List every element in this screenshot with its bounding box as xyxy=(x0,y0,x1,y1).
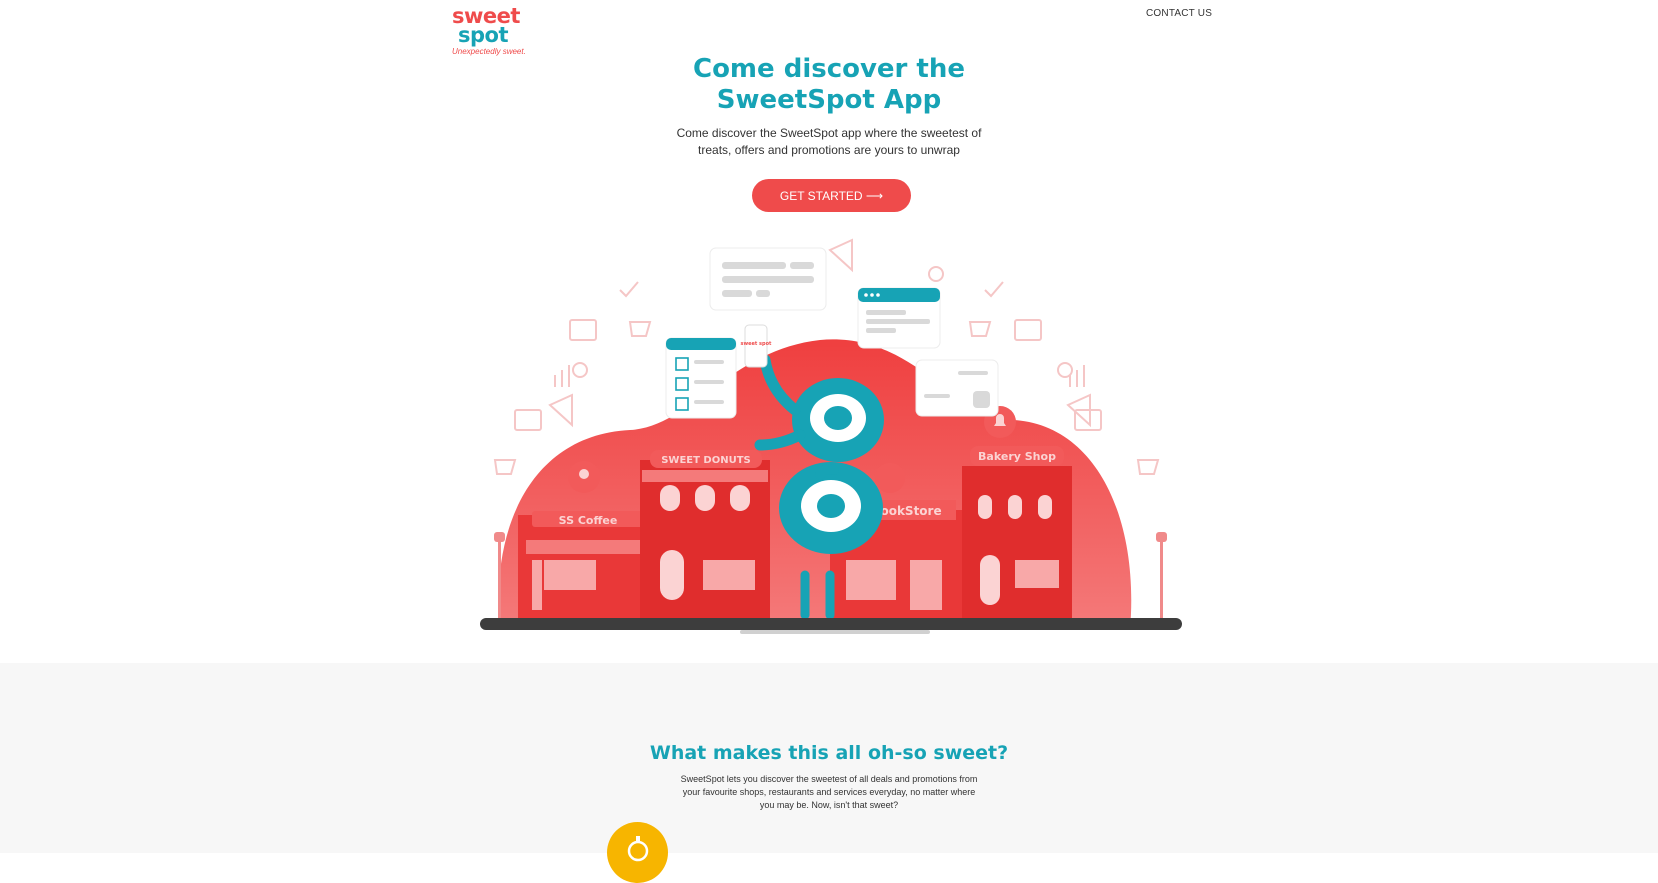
phone-icon: sweet spot xyxy=(741,324,772,368)
card-chat-bubble xyxy=(709,247,827,311)
timer-icon xyxy=(627,836,649,862)
hero-illustration: SS Coffee SWEET DONUTS SS BookStore Bake… xyxy=(480,238,1182,634)
shop-sign-bakery: Bakery Shop xyxy=(978,450,1056,463)
ground-shadow xyxy=(740,630,930,634)
features-title: What makes this all oh-so sweet? xyxy=(649,742,1009,764)
shop-sign-ss-coffee: SS Coffee xyxy=(559,514,618,527)
hero-title-line2: SweetSpot App xyxy=(716,85,942,115)
features-description: SweetSpot lets you discover the sweetest… xyxy=(680,774,978,810)
shop-sweet-donuts: SWEET DONUTS xyxy=(640,450,770,620)
logo[interactable]: sweet spot Unexpectedly sweet. xyxy=(452,6,526,57)
card-credit-card xyxy=(915,359,999,417)
ground-line xyxy=(480,618,1182,630)
get-started-button[interactable]: GET STARTED ⟶ xyxy=(752,179,911,212)
contact-us-link[interactable]: CONTACT US xyxy=(1146,8,1212,19)
lamp-post-right xyxy=(1156,532,1167,620)
hero-subtitle: Come discover the SweetSpot app where th… xyxy=(676,126,982,157)
card-browser-window xyxy=(857,287,941,349)
logo-word-spot: spot xyxy=(458,23,509,47)
card-checklist xyxy=(665,337,737,419)
shop-sign-sweet-donuts: SWEET DONUTS xyxy=(661,455,751,466)
logo-tagline: Unexpectedly sweet. xyxy=(452,47,526,56)
phone-screen-text: sweet spot xyxy=(741,341,772,347)
hero-title: Come discover the SweetSpot App xyxy=(579,54,1079,116)
hero-title-line1: Come discover the xyxy=(692,54,966,84)
